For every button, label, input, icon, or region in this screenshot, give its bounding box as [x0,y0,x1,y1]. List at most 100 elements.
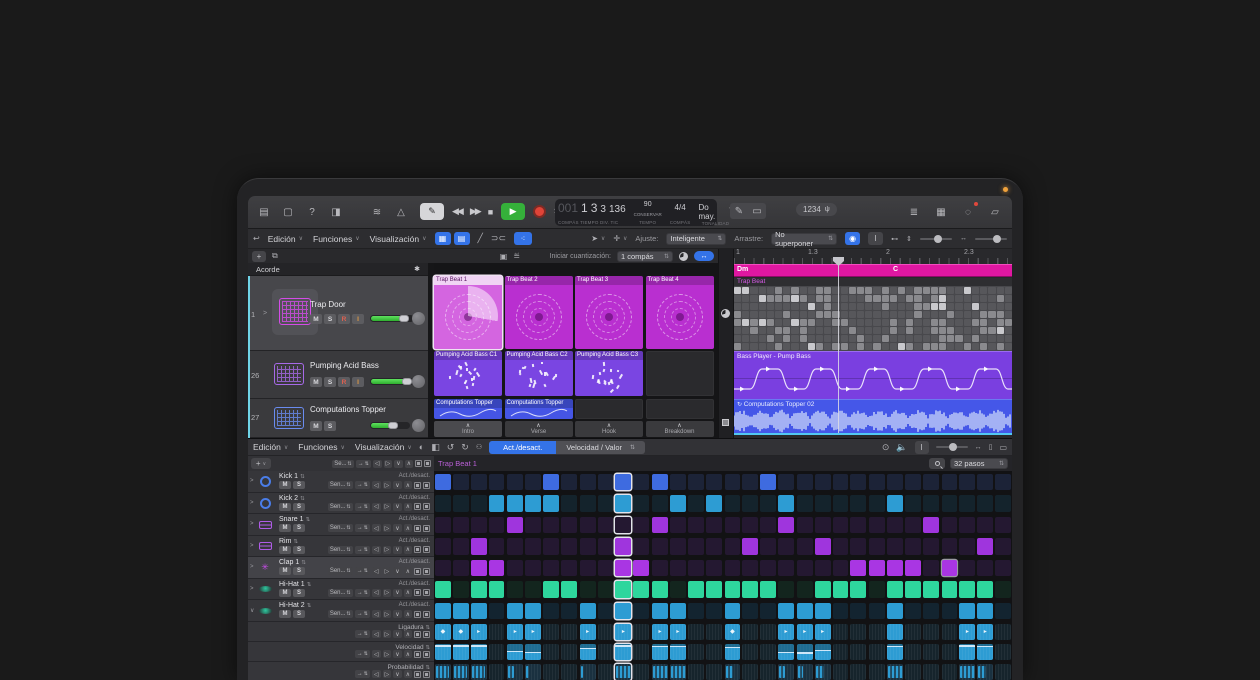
step-cell[interactable] [797,644,813,660]
step-cell[interactable] [905,474,921,491]
shift-left-button[interactable]: ◁ [372,481,381,489]
disclosure-icon[interactable]: ∨ [250,607,254,614]
seq-subrow-velocidad[interactable]: Velocidad ⇅→ ⇅◁▷∨∧ [248,642,434,662]
step-cell[interactable] [706,603,722,620]
step-cell[interactable] [489,644,505,660]
step-cell[interactable] [507,474,523,491]
direction-dropdown[interactable]: → ⇅ [355,524,370,532]
undo-icon[interactable]: ↩ [253,234,260,243]
step-cell[interactable] [869,581,885,598]
seq-row-kick-1[interactable]: >Kick 1 ⇅Act./desact.MSSen... ⇅→ ⇅◁▷∨∧ [248,471,434,493]
step-cell[interactable] [633,560,649,577]
display-icon[interactable]: ▤ [255,203,273,221]
step-cell[interactable] [633,495,649,512]
decrement-button[interactable]: ∨ [393,481,401,489]
step-cell[interactable] [959,474,975,491]
mute-button[interactable]: M [279,524,291,532]
step-cell[interactable] [725,603,741,620]
crossfade-icon[interactable]: ╱ [478,233,483,244]
step-cell[interactable] [706,664,722,680]
inspector-icon[interactable]: ◨ [327,203,345,221]
mute-button[interactable]: M [310,314,322,324]
step-cell[interactable] [815,495,831,512]
step-cell[interactable] [489,560,505,577]
mixer-icon[interactable]: ▦ [932,203,950,221]
step-cell[interactable]: ▸ [815,624,831,640]
step-cell[interactable] [471,495,487,512]
step-cell[interactable] [670,560,686,577]
step-cell[interactable] [833,603,849,620]
media-icon[interactable]: ▱ [986,203,1004,221]
step-cell[interactable] [688,474,704,491]
step-cell[interactable] [797,538,813,555]
clear-steps-button[interactable] [414,568,421,575]
step-cell[interactable] [525,664,541,680]
rate-dropdown[interactable]: Sen... ⇅ [328,589,353,597]
step-cell[interactable] [850,560,866,577]
disclosure-icon[interactable]: > [250,500,254,506]
scene-trigger-verse[interactable]: ∧Verse [505,421,573,437]
step-cell[interactable] [959,581,975,598]
step-cell[interactable] [652,560,668,577]
liveloops-menu-0[interactable]: Edición∨ [268,234,303,244]
step-cell[interactable] [778,560,794,577]
clear-steps-button[interactable] [414,611,421,618]
mute-button[interactable]: M [310,377,322,387]
step-cell[interactable] [471,644,487,660]
seq-row-clap-1[interactable]: >✳Clap 1 ⇅Act./desact.MSSen... ⇅→ ⇅◁▷∨∧ [248,557,434,579]
step-cell[interactable] [489,603,505,620]
step-cell[interactable] [543,474,559,491]
step-cell[interactable] [977,644,993,660]
fill-steps-button[interactable] [423,482,430,489]
step-cell[interactable] [869,474,885,491]
step-cell[interactable] [887,624,903,640]
step-cell[interactable] [833,581,849,598]
step-cell[interactable] [652,581,668,598]
step-cell[interactable] [797,495,813,512]
step-cell[interactable] [580,560,596,577]
step-cell[interactable] [725,495,741,512]
step-cell[interactable] [688,538,704,555]
step-cell[interactable] [778,664,794,680]
volume-slider[interactable] [370,378,414,385]
step-cell[interactable] [887,581,903,598]
direction-dropdown[interactable]: → ⇅ [355,546,370,554]
solo-button[interactable]: S [293,503,305,511]
step-cell[interactable] [525,603,541,620]
step-cell[interactable] [923,517,939,534]
clear-steps-button[interactable] [414,589,421,596]
step-cell[interactable]: ▸ [778,624,794,640]
step-cell[interactable] [942,624,958,640]
step-cell[interactable] [507,664,523,680]
gear-icon[interactable]: ✱ [414,265,420,273]
step-cell[interactable] [995,474,1011,491]
step-cell[interactable] [453,474,469,491]
step-cell[interactable] [435,644,451,660]
step-cell[interactable] [561,538,577,555]
step-cell[interactable] [959,560,975,577]
decrement-button[interactable]: ∨ [393,524,401,532]
step-cell[interactable] [525,517,541,534]
step-cell[interactable] [815,560,831,577]
add-track-button[interactable]: + [252,251,266,262]
mode-onoff-button[interactable]: Act./desact. [489,441,556,454]
step-cell[interactable] [580,664,596,680]
pattern-loop-icon[interactable]: ◐ [419,442,424,452]
fill-steps-button[interactable] [423,503,430,510]
step-cell[interactable] [525,560,541,577]
step-cell[interactable] [688,517,704,534]
step-cell[interactable] [725,517,741,534]
step-cell[interactable] [615,664,631,680]
step-cell[interactable] [633,517,649,534]
step-cell[interactable] [760,560,776,577]
step-cell[interactable] [850,581,866,598]
record-enable-button[interactable]: R [338,377,350,387]
loop-cell[interactable]: Trap Beat 4 [646,276,714,349]
step-cell[interactable]: ◆ [435,624,451,640]
direction-dropdown[interactable]: → ⇅ [355,670,370,678]
step-cell[interactable] [706,624,722,640]
volume-slider[interactable] [370,422,410,429]
stepseq-menu-1[interactable]: Funciones∨ [298,442,345,452]
chord-region-dm[interactable]: Dm [734,264,890,277]
step-cell[interactable] [706,644,722,660]
